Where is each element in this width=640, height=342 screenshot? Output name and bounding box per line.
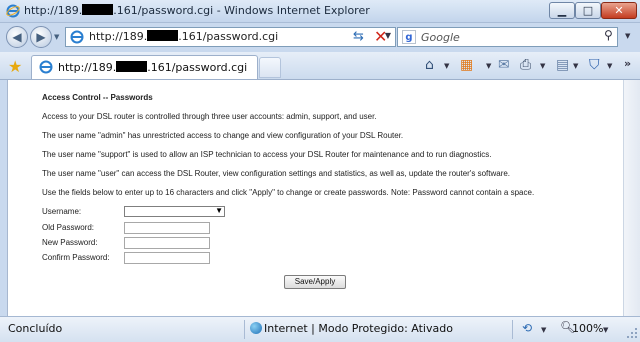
- status-divider: [512, 320, 513, 339]
- recent-pages-dropdown[interactable]: ▼: [54, 33, 59, 41]
- paragraph-intro: Access to your DSL router is controlled …: [42, 112, 377, 121]
- vertical-scrollbar[interactable]: [623, 80, 640, 316]
- redacted-block: [147, 30, 179, 41]
- confirm-password-label: Confirm Password:: [42, 253, 110, 262]
- chevron-right-icon[interactable]: »: [624, 57, 631, 70]
- popup-settings-dropdown-icon[interactable]: ▼: [541, 326, 546, 334]
- page-content: Access Control -- Passwords Access to yo…: [7, 80, 624, 316]
- refresh-icon[interactable]: ⇆: [353, 29, 364, 44]
- ie-logo-icon: [6, 4, 20, 18]
- print-dropdown-icon[interactable]: ▼: [540, 62, 545, 70]
- maximize-button[interactable]: □: [575, 2, 601, 19]
- paragraph-support: The user name "support" is used to allow…: [42, 150, 492, 159]
- old-password-label: Old Password:: [42, 223, 95, 232]
- shield-icon: ⛉: [589, 57, 600, 73]
- redacted-block: [82, 4, 114, 15]
- feeds-dropdown-icon[interactable]: ▼: [486, 62, 491, 70]
- paragraph-user: The user name "user" can access the DSL …: [42, 169, 511, 178]
- globe-icon: [250, 322, 262, 334]
- security-zone[interactable]: Internet | Modo Protegido: Ativado: [264, 322, 453, 335]
- google-logo-icon: g: [402, 30, 416, 44]
- forward-button[interactable]: ▶: [30, 26, 52, 48]
- search-icon[interactable]: ⚲: [604, 28, 613, 42]
- address-bar[interactable]: http://189. .161/password.cgi ▼: [65, 27, 396, 47]
- old-password-field[interactable]: [124, 222, 210, 234]
- paragraph-instructions: Use the fields below to enter up to 16 c…: [42, 188, 535, 197]
- window-title: http://189. .161/password.cgi - Windows I…: [24, 4, 370, 17]
- confirm-password-field[interactable]: [124, 252, 210, 264]
- home-dropdown-icon[interactable]: ▼: [444, 62, 449, 70]
- save-apply-button[interactable]: Save/Apply: [284, 275, 346, 289]
- minimize-button[interactable]: ▁: [549, 2, 575, 19]
- new-tab-button[interactable]: [259, 57, 281, 78]
- home-icon: ⌂: [425, 57, 434, 73]
- page-menu-dropdown-icon[interactable]: ▼: [573, 62, 578, 70]
- tab-bar: ★ http://189. .161/password.cgi ⌂ ▼ ▦ ▼ ✉ ⎙…: [0, 52, 640, 80]
- page-title: Access Control -- Passwords: [42, 93, 153, 102]
- status-bar: Concluído Internet | Modo Protegido: Ati…: [0, 316, 640, 342]
- search-placeholder: Google: [421, 31, 460, 44]
- username-select[interactable]: ▼: [124, 206, 225, 217]
- stop-icon[interactable]: ✕: [374, 27, 387, 46]
- username-label: Username:: [42, 207, 82, 216]
- title-bar: http://189. .161/password.cgi - Windows I…: [0, 0, 640, 23]
- favorites-star-icon[interactable]: ★: [8, 57, 22, 76]
- popup-settings-icon[interactable]: ⟲: [522, 321, 532, 335]
- chevron-down-icon: ▼: [215, 206, 223, 215]
- search-options-dropdown-icon[interactable]: ▼: [625, 32, 630, 40]
- maximize-icon: □: [582, 4, 594, 17]
- status-divider: [244, 320, 245, 339]
- back-button[interactable]: ◀: [6, 26, 28, 48]
- safety-menu-dropdown-icon[interactable]: ▼: [607, 62, 612, 70]
- back-arrow-icon: ◀: [12, 30, 22, 44]
- close-button[interactable]: ✕: [601, 2, 637, 19]
- new-password-field[interactable]: [124, 237, 210, 249]
- paragraph-admin: The user name "admin" has unrestricted a…: [42, 131, 404, 140]
- rss-icon: ▦: [460, 57, 474, 73]
- search-box[interactable]: g Google: [397, 27, 618, 47]
- status-text: Concluído: [8, 322, 63, 335]
- new-password-label: New Password:: [42, 238, 98, 247]
- zoom-level[interactable]: 100%: [572, 322, 603, 335]
- tab-label: http://189. .161/password.cgi: [58, 61, 248, 74]
- close-icon: ✕: [614, 4, 624, 17]
- tab-password[interactable]: http://189. .161/password.cgi: [31, 55, 258, 79]
- page-icon: [70, 30, 84, 44]
- minimize-icon: ▁: [557, 4, 567, 17]
- redacted-block: [116, 61, 148, 72]
- forward-arrow-icon: ▶: [36, 30, 46, 44]
- address-url: http://189. .161/password.cgi: [89, 30, 279, 43]
- address-toolbar: ◀ ▶ ▼ http://189. .161/password.cgi ▼ ⇆ ✕…: [0, 23, 640, 51]
- zoom-dropdown-icon[interactable]: ▼: [603, 326, 608, 334]
- page-menu-icon: ▤: [556, 57, 570, 73]
- mail-icon: ✉: [498, 57, 510, 73]
- tab-page-icon: [39, 60, 53, 74]
- resize-grip-icon[interactable]: [626, 327, 638, 339]
- printer-icon: ⎙: [520, 57, 532, 73]
